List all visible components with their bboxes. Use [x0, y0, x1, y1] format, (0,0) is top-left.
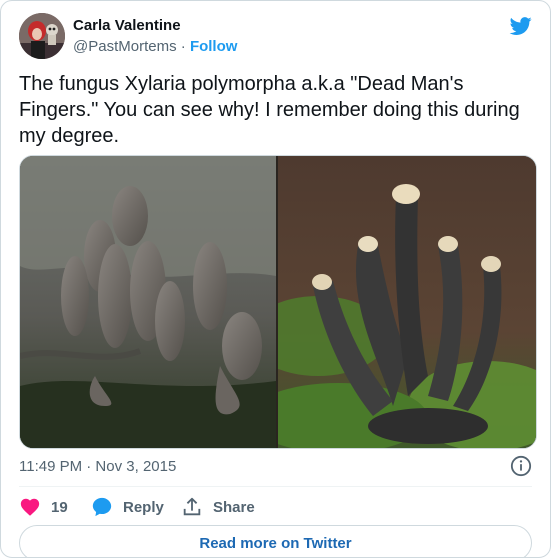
fungus-photo-right[interactable]: [278, 156, 536, 448]
author-handle-row: @PastMortems · Follow: [73, 38, 237, 55]
fungus-photo-left[interactable]: [20, 156, 276, 448]
divider: [19, 486, 532, 487]
share-icon: [183, 497, 201, 516]
share-label: Share: [213, 498, 255, 516]
like-count: 19: [51, 498, 68, 516]
heart-icon: [20, 498, 40, 516]
tweet-media[interactable]: [19, 155, 537, 449]
reply-button[interactable]: Reply: [91, 494, 164, 520]
read-more-button[interactable]: Read more on Twitter: [19, 525, 532, 557]
reply-label: Reply: [123, 498, 164, 516]
author-handle[interactable]: @PastMortems: [73, 38, 177, 55]
reply-bubble-icon: [92, 497, 112, 517]
avatar[interactable]: [19, 13, 65, 59]
like-button[interactable]: 19: [19, 494, 68, 520]
tweet-text: The fungus Xylaria polymorpha a.k.a "Dea…: [19, 73, 520, 147]
tweet-card: Carla Valentine @PastMortems · Follow Th…: [0, 0, 551, 558]
author-name[interactable]: Carla Valentine: [73, 17, 181, 34]
share-button[interactable]: Share: [181, 494, 255, 520]
info-icon[interactable]: [510, 455, 532, 477]
follow-button[interactable]: Follow: [190, 38, 238, 55]
separator-dot: ·: [180, 38, 186, 55]
tweet-timestamp[interactable]: 11:49 PM · Nov 3, 2015: [19, 458, 176, 475]
tweet-header: Carla Valentine @PastMortems · Follow: [19, 13, 536, 61]
twitter-bird-icon[interactable]: [508, 15, 534, 37]
